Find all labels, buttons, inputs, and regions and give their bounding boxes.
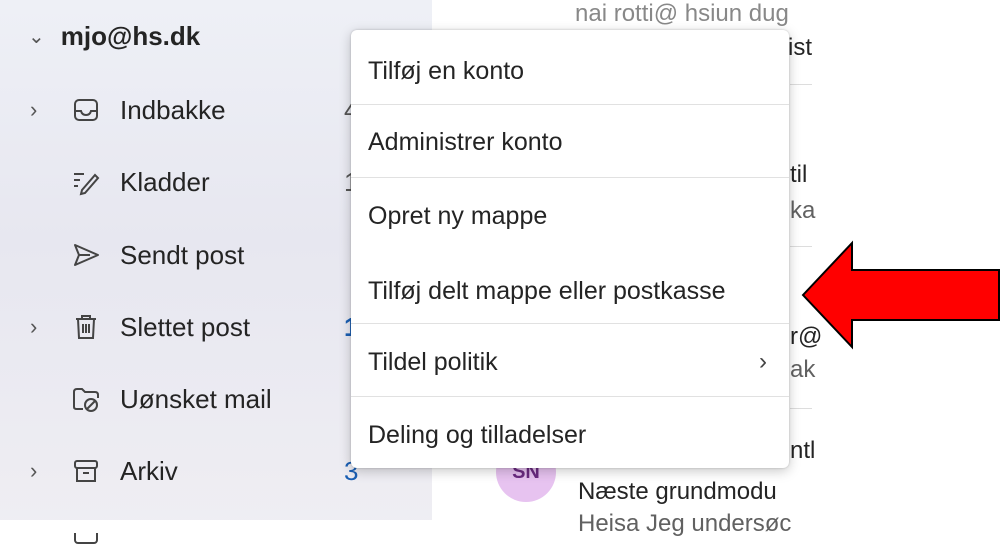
menu-item-add-shared-folder[interactable]: Tilføj delt mappe eller postkasse (351, 255, 789, 327)
folder-partial[interactable] (0, 508, 432, 558)
menu-item-label: Tilføj en konto (368, 56, 525, 85)
menu-divider (351, 177, 789, 178)
context-menu: Tilføj en konto Administrer konto Opret … (351, 30, 789, 468)
chevron-right-icon[interactable]: › (30, 458, 50, 484)
drafts-icon (74, 173, 100, 196)
folder-label: Arkiv (120, 455, 178, 486)
menu-item-label: Administrer konto (368, 127, 563, 156)
trash-icon (76, 315, 96, 339)
send-icon (74, 244, 99, 266)
chevron-down-icon[interactable]: ⌄ (28, 24, 45, 49)
junk-folder-icon (73, 388, 99, 412)
highlight-arrow-icon (801, 240, 1000, 350)
account-name: mjo@hs.dk (60, 20, 201, 51)
menu-item-label: Opret ny mappe (368, 201, 548, 230)
menu-item-label: Tildel politik (368, 347, 498, 376)
message-divider (790, 408, 812, 409)
message-fragment: ist (788, 34, 812, 61)
message-fragment: til (790, 161, 808, 188)
chevron-right-icon: › (759, 348, 767, 375)
folder-label: Sendt post (120, 239, 245, 270)
chevron-right-icon[interactable]: › (30, 314, 50, 340)
message-preview: Heisa Jeg undersøc (578, 510, 792, 537)
menu-item-label: Deling og tilladelser (368, 420, 587, 449)
message-fragment: ntl (790, 437, 816, 464)
menu-item-label: Tilføj delt mappe eller postkasse (368, 276, 726, 305)
folder-label: Indbakke (120, 94, 226, 125)
inbox-icon (74, 99, 98, 121)
menu-item-add-account[interactable]: Tilføj en konto (351, 35, 789, 107)
folder-label: Kladder (120, 166, 210, 197)
folder-label: Slettet post (120, 311, 251, 342)
menu-item-assign-policy[interactable]: Tildel politik › (351, 326, 789, 398)
menu-item-manage-account[interactable]: Administrer konto (351, 106, 789, 178)
message-divider (790, 84, 812, 85)
message-fragment: ak (790, 356, 816, 383)
menu-item-create-folder[interactable]: Opret ny mappe (351, 180, 789, 252)
pane-edge (0, 520, 432, 533)
chevron-right-icon[interactable]: › (30, 97, 50, 123)
menu-divider (351, 323, 789, 324)
folder-label: Uønsket mail (120, 383, 272, 414)
message-fragment: nai rotti@ hsiun dug (575, 0, 789, 27)
account-header[interactable]: ⌄ mjo@hs.dk (28, 16, 200, 56)
archive-icon (74, 460, 98, 482)
message-subject[interactable]: Næste grundmodu (578, 478, 777, 506)
menu-divider (351, 104, 789, 105)
menu-divider (351, 396, 789, 397)
menu-item-sharing-permissions[interactable]: Deling og tilladelser (351, 399, 789, 471)
message-fragment: ka (790, 197, 816, 224)
